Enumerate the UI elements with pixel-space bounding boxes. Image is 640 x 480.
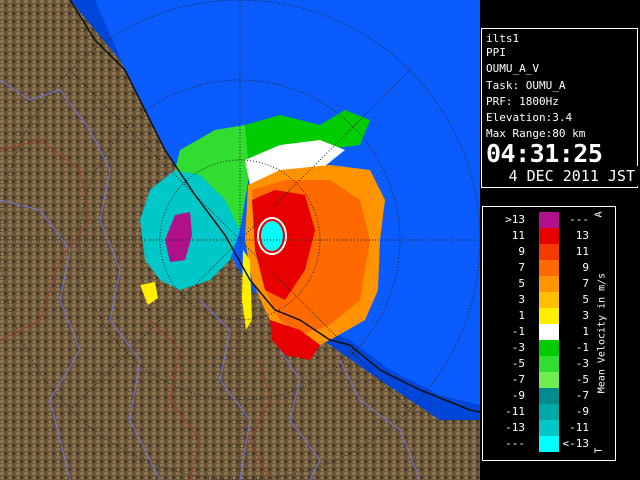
legend-corner-top: A — [593, 211, 605, 218]
legend-swatch — [539, 292, 559, 308]
legend-row-high: 3 — [582, 309, 589, 322]
legend-row-low: 5 — [518, 277, 525, 290]
legend-swatch — [539, 212, 559, 228]
legend-row-low: 7 — [518, 261, 525, 274]
prf-label: PRF: 1800Hz — [486, 95, 559, 108]
legend-swatch — [539, 276, 559, 292]
task-label: Task: OUMU_A — [486, 79, 566, 92]
legend-row-high: -11 — [569, 421, 589, 434]
legend-row-low: 1 — [518, 309, 525, 322]
legend-row-high: 5 — [582, 293, 589, 306]
legend-row-low: -11 — [505, 405, 525, 418]
legend-row-low: -3 — [511, 341, 525, 354]
velocity-legend: >13 --- 11 13 9 11 7 9 5 7 3 5 1 3 -1 1 -3 -1 -5 -3 -7 -5 -9 -7… — [482, 206, 616, 461]
legend-swatch — [539, 388, 559, 404]
scan-label: OUMU_A_V — [486, 62, 539, 75]
legend-row-low: -13 — [505, 421, 525, 434]
legend-swatch — [539, 436, 559, 452]
legend-row-high: -1 — [575, 341, 589, 354]
elevation-label: Elevation:3.4 — [486, 111, 573, 124]
legend-swatch — [539, 404, 559, 420]
legend-row-low: 11 — [511, 229, 525, 242]
legend-row-high: <-13 — [562, 437, 590, 450]
legend-swatch — [539, 244, 559, 260]
legend-swatch — [539, 356, 559, 372]
info-panel: ilts1 PPI OUMU_A_V Task: OUMU_A PRF: 180… — [481, 28, 639, 188]
legend-row-high: 11 — [575, 245, 589, 258]
legend-row-low: 3 — [518, 293, 525, 306]
station-label: ilts1 — [486, 32, 520, 45]
legend-row-low: -7 — [511, 373, 525, 386]
legend-swatch — [539, 420, 559, 436]
legend-row-low: -5 — [511, 357, 525, 370]
legend-title-box: Mean Velocity in m/s — [590, 207, 614, 460]
legend-row-high: -9 — [575, 405, 589, 418]
legend-row-low: 9 — [518, 245, 525, 258]
legend-row-low: -9 — [511, 389, 525, 402]
legend-row-high: --- — [569, 213, 589, 226]
legend-row-high: 1 — [582, 325, 589, 338]
legend-row-high: -3 — [575, 357, 589, 370]
legend-row-low: >13 — [505, 213, 525, 226]
legend-swatch — [539, 308, 559, 324]
echo-cyan-eye — [261, 221, 283, 251]
legend-row-high: -5 — [575, 373, 589, 386]
legend-row-high: -7 — [575, 389, 589, 402]
legend-row-high: 9 — [582, 261, 589, 274]
legend-row-low: -1 — [511, 325, 525, 338]
legend-swatch — [539, 228, 559, 244]
legend-corner-bottom: T — [593, 447, 605, 454]
date-display: 4 DEC 2011 JST — [482, 166, 639, 186]
legend-row-high: 13 — [575, 229, 589, 242]
legend-swatch — [539, 340, 559, 356]
legend-row-high: 7 — [582, 277, 589, 290]
legend-swatch — [539, 372, 559, 388]
radar-ppi-display — [0, 0, 480, 480]
legend-swatch — [539, 260, 559, 276]
legend-swatch — [539, 324, 559, 340]
legend-title: Mean Velocity in m/s — [596, 272, 608, 394]
legend-row-low: --- — [505, 437, 525, 450]
product-label: PPI — [486, 46, 506, 59]
time-display: 04:31:25 — [486, 139, 603, 168]
